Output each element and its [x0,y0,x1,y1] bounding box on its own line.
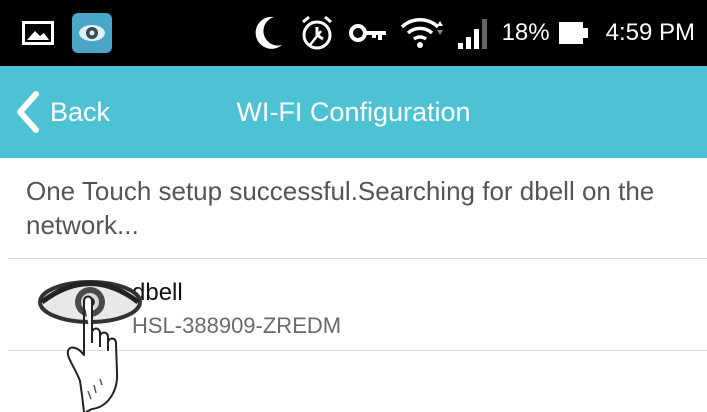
moon-icon [252,13,286,53]
alarm-icon [298,13,336,53]
chevron-left-icon [17,91,39,133]
device-id: HSL-388909-ZREDM [132,313,342,338]
back-label: Back [50,96,111,127]
status-message: One Touch setup successful.Searching for… [26,176,655,240]
clock: 4:59 PM [605,19,695,46]
notification-icons [18,13,112,53]
back-button[interactable]: Back [12,66,110,158]
eye-touch-icon [38,280,142,412]
battery-icon [558,13,590,53]
battery-percent: 18% [501,19,550,46]
signal-icon [456,13,490,53]
status-bar: 18% 4:59 PM [0,0,707,66]
status-icons: 18% 4:59 PM [252,0,695,66]
key-icon [348,13,388,53]
wifi-icon [400,13,444,53]
app-bar: WI-FI Configuration Back [0,66,707,158]
screen: 18% 4:59 PM WI-FI Configuration Back One… [0,0,707,412]
photo-notification-icon [18,13,58,53]
eye-app-notification-icon [72,13,112,53]
